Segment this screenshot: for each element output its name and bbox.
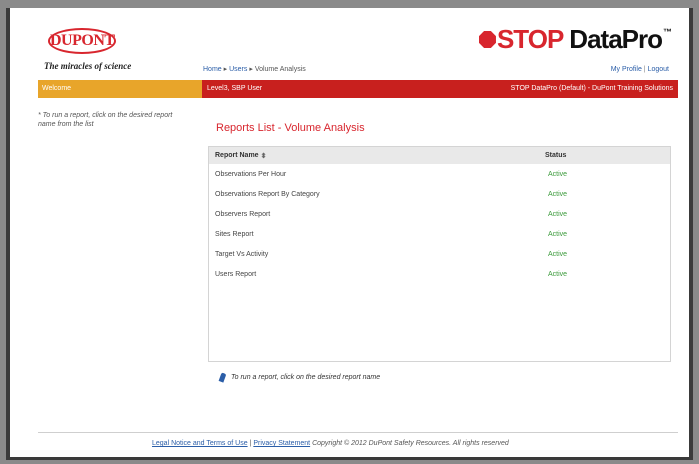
brand-datapro: DataPro [569, 24, 663, 54]
report-name-link[interactable]: Sites Report [215, 231, 548, 238]
sort-icon[interactable]: ⬍ [261, 152, 267, 160]
report-name-link[interactable]: Observations Report By Category [215, 191, 548, 198]
user-bar: Level3, SBP User STOP DataPro (Default) … [202, 80, 678, 98]
app-window: DUPONT The miracles of science Home ▸ Us… [6, 8, 693, 460]
report-name-link[interactable]: Observations Per Hour [215, 171, 548, 178]
status-value: Active [548, 230, 568, 238]
hint-text: To run a report, click on the desired re… [231, 374, 381, 381]
breadcrumb: Home ▸ Users ▸ Volume Analysis [203, 65, 306, 73]
report-name-link[interactable]: Target Vs Activity [215, 251, 548, 258]
status-value: Active [548, 250, 568, 258]
table-row[interactable]: Target Vs Activity Active [209, 244, 670, 264]
footer-separator: | [249, 440, 252, 447]
table-row[interactable]: Observers Report Active [209, 204, 670, 224]
privacy-statement-link[interactable]: Privacy Statement [253, 440, 310, 447]
organization-label: STOP DataPro (Default) - DuPont Training… [510, 85, 673, 92]
status-value: Active [548, 170, 568, 178]
breadcrumb-separator: ▸ [223, 66, 228, 73]
status-value: Active [548, 190, 568, 198]
welcome-bar: Welcome [38, 80, 202, 98]
report-name-link[interactable]: Observers Report [215, 211, 548, 218]
report-name-link[interactable]: Users Report [215, 271, 548, 278]
report-name-header-label: Report Name [215, 152, 259, 159]
copyright-text: Copyright © 2012 DuPont Safety Resources… [312, 440, 509, 447]
left-instruction: * To run a report, click on the desired … [38, 112, 173, 128]
table-row[interactable]: Observations Per Hour Active [209, 164, 670, 184]
status-value: Active [548, 210, 568, 218]
footer: Legal Notice and Terms of Use | Privacy … [152, 440, 509, 447]
status-value: Active [548, 270, 568, 278]
table-row[interactable]: Sites Report Active [209, 224, 670, 244]
my-profile-link[interactable]: My Profile [611, 66, 642, 73]
dupont-logo[interactable]: DUPONT [48, 28, 116, 54]
status-header: Status [545, 152, 567, 159]
table-row[interactable]: Observations Report By Category Active [209, 184, 670, 204]
user-links-separator: | [643, 66, 646, 73]
run-report-hint: To run a report, click on the desired re… [218, 372, 381, 383]
breadcrumb-home[interactable]: Home [203, 66, 222, 73]
breadcrumb-separator: ▸ [249, 66, 253, 73]
table-header: Report Name ⬍ Status [209, 147, 670, 164]
breadcrumb-users[interactable]: Users [229, 66, 247, 73]
logout-link[interactable]: Logout [648, 66, 669, 73]
legal-notice-link[interactable]: Legal Notice and Terms of Use [152, 440, 248, 447]
pin-icon [218, 372, 227, 383]
user-links: My Profile | Logout [611, 66, 669, 73]
footer-divider [38, 432, 678, 433]
report-name-header[interactable]: Report Name ⬍ [215, 152, 545, 160]
stop-datapro-logo: STOP DataPro ™ [478, 24, 672, 55]
brand-stop: STOP [496, 24, 564, 54]
reports-table: Report Name ⬍ Status Observations Per Ho… [208, 146, 671, 362]
breadcrumb-current: Volume Analysis [254, 66, 306, 73]
stop-sign-icon [478, 31, 496, 48]
tagline: The miracles of science [44, 61, 132, 71]
user-role: Level3, SBP User [207, 85, 263, 92]
brand-tm: ™ [663, 26, 672, 37]
page-title: Reports List - Volume Analysis [216, 122, 365, 134]
table-row[interactable]: Users Report Active [209, 264, 670, 284]
